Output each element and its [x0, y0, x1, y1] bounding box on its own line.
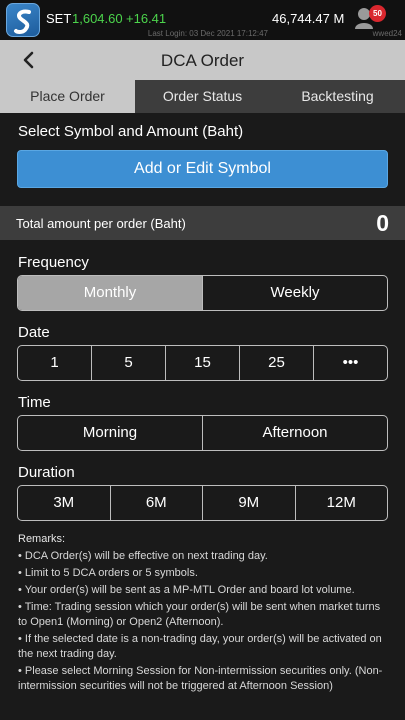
duration-option-12m[interactable]: 12M — [296, 486, 388, 520]
page-header: DCA Order — [0, 40, 405, 80]
remarks-title: Remarks: — [18, 533, 66, 545]
remark-item: • Limit to 5 DCA orders or 5 symbols. — [18, 567, 198, 579]
status-bar: SET 1,604.60 +16.41 Last Login: 03 Dec 2… — [0, 0, 405, 40]
duration-title: Duration — [18, 464, 75, 481]
remarks: Remarks: • DCA Order(s) will be effectiv… — [18, 532, 390, 694]
remark-item: • Please select Morning Session for Non-… — [18, 665, 383, 692]
remark-item: • Time: Trading session which your order… — [18, 601, 381, 628]
date-selector: 1 5 15 25 ••• — [17, 345, 388, 381]
tab-order-status[interactable]: Order Status — [135, 80, 270, 113]
time-option-afternoon[interactable]: Afternoon — [203, 416, 387, 450]
balance: 46,744.47 M — [272, 11, 345, 26]
remark-item: • Your order(s) will be sent as a MP-MTL… — [18, 584, 355, 596]
index-name: SET — [46, 11, 72, 26]
date-title: Date — [18, 324, 50, 341]
user-id: wwed24 — [372, 29, 402, 38]
index-change: +16.41 — [126, 11, 167, 26]
duration-selector: 3M 6M 9M 12M — [17, 485, 388, 521]
duration-option-9m[interactable]: 9M — [203, 486, 296, 520]
tab-bar: Place Order Order Status Backtesting — [0, 80, 405, 113]
symbol-section-title: Select Symbol and Amount (Baht) — [18, 123, 244, 140]
date-option-15[interactable]: 15 — [166, 346, 240, 380]
add-edit-symbol-button[interactable]: Add or Edit Symbol — [17, 150, 388, 188]
duration-option-3m[interactable]: 3M — [18, 486, 111, 520]
date-option-5[interactable]: 5 — [92, 346, 166, 380]
page-title: DCA Order — [160, 51, 245, 70]
duration-option-6m[interactable]: 6M — [111, 486, 203, 520]
frequency-selector: Monthly Weekly — [17, 275, 388, 311]
frequency-title: Frequency — [18, 254, 89, 271]
total-amount-bar: Total amount per order (Baht) 0 — [0, 206, 405, 240]
last-login: Last Login: 03 Dec 2021 17:12:47 — [147, 29, 268, 38]
tab-backtesting[interactable]: Backtesting — [270, 80, 405, 113]
time-option-morning[interactable]: Morning — [18, 416, 203, 450]
date-option-1[interactable]: 1 — [18, 346, 92, 380]
remark-item: • If the selected date is a non-trading … — [18, 633, 382, 660]
time-selector: Morning Afternoon — [17, 415, 388, 451]
notification-badge[interactable]: 50 — [369, 5, 386, 22]
date-option-25[interactable]: 25 — [240, 346, 314, 380]
remark-item: • DCA Order(s) will be effective on next… — [18, 550, 268, 562]
total-amount-label: Total amount per order (Baht) — [16, 216, 186, 231]
frequency-option-monthly[interactable]: Monthly — [18, 276, 203, 310]
index-value: 1,604.60 — [72, 11, 123, 26]
tab-place-order[interactable]: Place Order — [0, 80, 135, 113]
date-option-more[interactable]: ••• — [314, 346, 387, 380]
frequency-option-weekly[interactable]: Weekly — [203, 276, 387, 310]
total-amount-value: 0 — [376, 210, 389, 236]
time-title: Time — [18, 394, 51, 411]
